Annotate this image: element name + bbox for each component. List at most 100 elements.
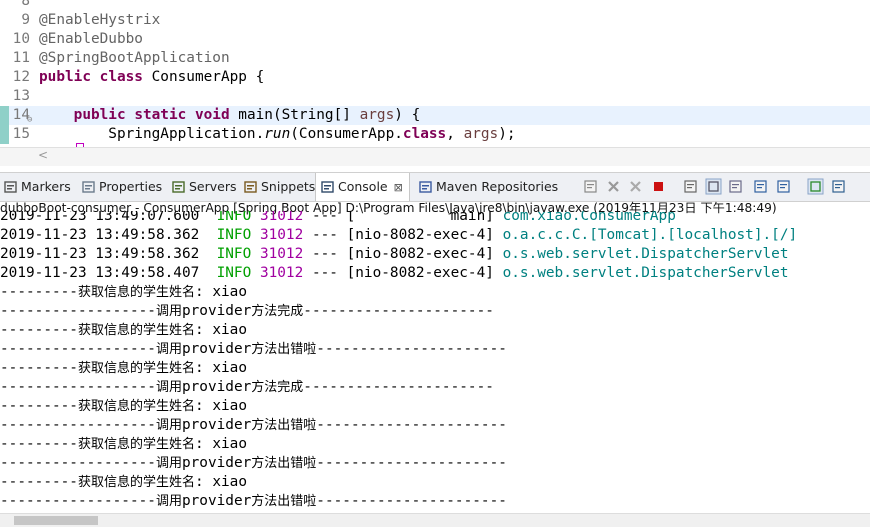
code-line[interactable]: 12 public class ConsumerApp { [0,68,870,87]
output-line: ---------获取信息的学生姓名: xiao [0,397,247,416]
code-token: SpringApplication. [39,126,265,142]
output-chinese-text: 获取信息的学生姓名 [77,437,195,452]
output-dashes: ---------------------- [316,341,507,357]
output-line: ------------------调用provider方法出错啦-------… [0,492,507,511]
clear-console-icon[interactable] [682,178,699,195]
output-line: ------------------调用provider方法出错啦-------… [0,340,507,359]
scroll-left-icon[interactable]: < [38,148,48,162]
log-pid: 31012 [259,227,304,243]
maven-repositories-icon [419,175,432,193]
output-text: : xiao [195,360,247,376]
code-token: class [99,69,143,85]
tab-servers[interactable]: Servers [172,173,237,201]
console-icon [321,175,334,193]
view-tab-bar: Markers Properties Servers Snippets Console ⊠… [0,172,870,202]
code-line[interactable]: 9 @EnableHystrix [0,11,870,30]
snippets-icon [244,175,257,193]
code-text: public class ConsumerApp { [39,68,264,87]
output-chinese-text: 获取信息的学生姓名 [77,399,195,414]
output-chinese-text: 获取信息的学生姓名 [77,361,195,376]
tab-markers[interactable]: Markers [4,173,71,201]
code-token: run [264,126,291,142]
output-dashes: ------------------ [0,303,156,319]
code-line[interactable]: 8 [0,0,870,11]
code-token: (ConsumerApp. [290,126,403,142]
scroll-lock-icon[interactable] [705,178,722,195]
output-text: provider [181,341,252,357]
word-wrap-icon[interactable] [727,178,744,195]
remove-launch-icon[interactable] [605,178,622,195]
close-tab-icon[interactable]: ⊠ [394,181,403,194]
log-thread: [nio-8082-exec-4] [346,246,494,262]
log-line: 2019-11-23 13:49:58.362 INFO 31012 --- [… [0,226,797,245]
log-date: 2019-11-23 13:49:58.407 [0,265,200,281]
code-line[interactable]: 15 SpringApplication.run(ConsumerApp.cla… [0,125,870,144]
output-text: provider [181,455,252,471]
output-chinese-text: 获取信息的学生姓名 [77,475,195,490]
output-chinese-text: 调用 [155,418,182,433]
log-level: INFO [216,246,252,262]
editor-horizontal-scrollbar[interactable]: < [0,147,870,166]
line-number: 10 [12,31,30,47]
scrollbar-thumb[interactable] [14,516,98,525]
line-number: 8 [21,0,30,9]
show-on-error-icon[interactable] [775,178,792,195]
output-text: : xiao [195,474,247,490]
terminate-all-icon[interactable] [582,178,599,195]
output-chinese-text: 获取信息的学生姓名 [77,323,195,338]
output-text: : xiao [195,322,247,338]
code-editor[interactable]: 8 9 @EnableHystrix 10 @EnableDubbo 11 @SpringB… [0,0,870,166]
output-dashes: ---------------------- [303,379,494,395]
tab-snippets[interactable]: Snippets [244,173,315,201]
output-dashes: ---------------------- [316,455,507,471]
line-number: 13 [12,88,30,104]
terminate-icon[interactable] [650,178,667,195]
pin-console-icon[interactable] [807,178,824,195]
code-token: static [134,107,187,123]
console-output[interactable]: 2019-11-23 13:49:07.600 INFO 31012 --- [… [0,211,870,513]
tab-label: Servers [189,179,237,194]
tab-label: Console [338,179,388,194]
code-text: SpringApplication.run(ConsumerApp.class,… [39,125,516,144]
tab-console[interactable]: Console ⊠ [315,173,410,201]
output-dashes: ------------------ [0,493,156,509]
code-line[interactable]: 11 @SpringBootApplication [0,49,870,68]
tab-maven-repositories[interactable]: Maven Repositories [419,173,558,201]
log-line: 2019-11-23 13:49:07.600 INFO 31012 --- [… [0,211,676,226]
code-token: @SpringBootApplication [39,50,230,66]
servers-icon [172,175,185,193]
log-line: 2019-11-23 13:49:58.362 INFO 31012 --- [… [0,245,789,264]
log-date: 2019-11-23 13:49:58.362 [0,246,200,262]
tab-label: Markers [21,179,71,194]
console-horizontal-scrollbar[interactable] [0,513,870,527]
display-console-icon[interactable] [830,178,847,195]
log-thread: [nio-8082-exec-4] [346,265,494,281]
output-chinese-text: 方法完成 [251,380,304,395]
output-line: ---------获取信息的学生姓名: xiao [0,359,247,378]
show-on-output-icon[interactable] [752,178,769,195]
remove-all-terminated-icon[interactable] [627,178,644,195]
output-chinese-text: 方法出错啦 [251,342,317,357]
output-chinese-text: 调用 [155,304,182,319]
code-token: ); [498,126,516,142]
code-line[interactable]: 14 public static void main(String[] args… [0,106,870,125]
output-chinese-text: 方法出错啦 [251,418,317,433]
output-text: provider [181,417,252,433]
tab-label: Maven Repositories [436,179,559,194]
line-number: 12 [12,69,30,85]
output-chinese-text: 调用 [155,380,182,395]
change-marker [0,106,9,125]
output-line: ---------获取信息的学生姓名: xiao [0,321,247,340]
log-separator: --- [311,227,338,243]
code-token: void [194,107,230,123]
code-text: @SpringBootApplication [39,49,230,68]
code-token: @EnableHystrix [39,12,161,28]
tab-properties[interactable]: Properties [82,173,162,201]
code-line[interactable]: 10 @EnableDubbo [0,30,870,49]
output-dashes: ------------------ [0,417,156,433]
code-line[interactable]: 13 [0,87,870,106]
log-line: 2019-11-23 13:49:58.407 INFO 31012 --- [… [0,264,789,283]
log-level: INFO [216,211,252,224]
change-marker [0,125,9,144]
code-token: class [402,126,447,142]
